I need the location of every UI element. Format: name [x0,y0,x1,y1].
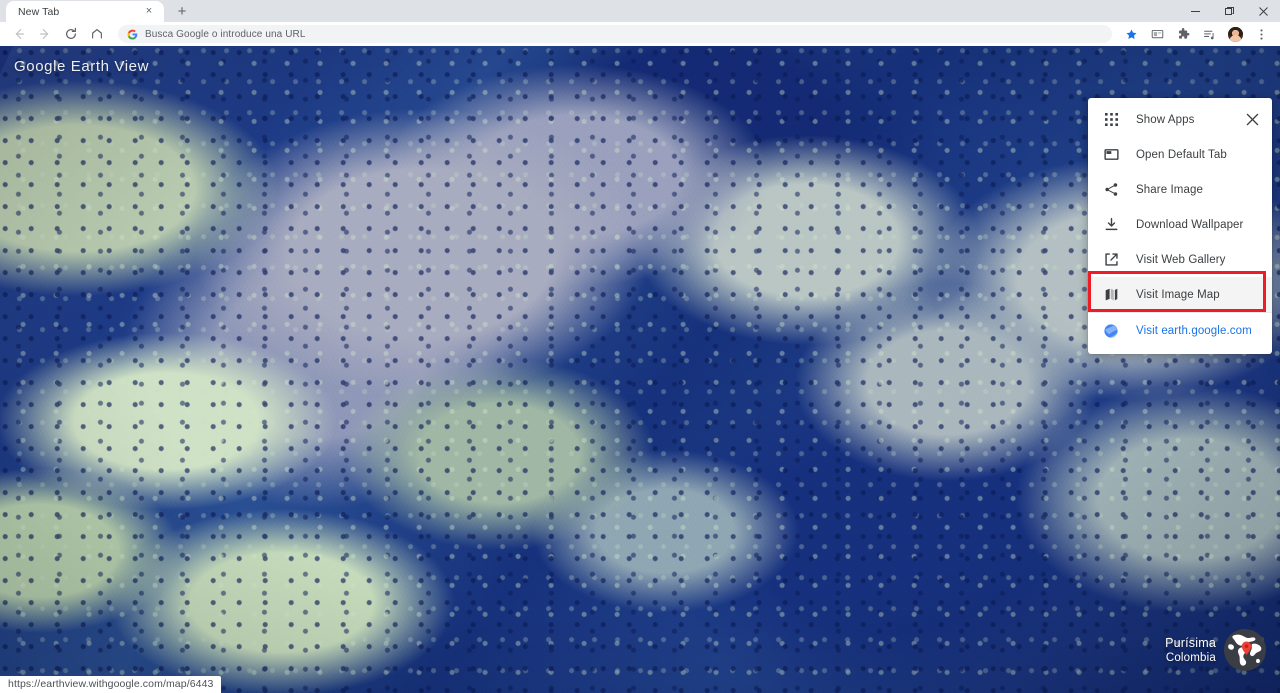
chrome-menu-icon[interactable] [1250,23,1272,45]
profile-avatar[interactable] [1224,23,1246,45]
menu-item-share-image[interactable]: Share Image [1088,172,1272,207]
menu-item-show-apps[interactable]: Show Apps [1088,102,1272,137]
close-icon[interactable] [1244,112,1260,128]
reload-icon[interactable] [60,23,82,45]
tab-new-tab[interactable]: New Tab × [6,1,164,22]
maximize-button[interactable] [1212,0,1246,22]
default-tab-icon [1102,146,1120,164]
menu-item-label: Visit earth.google.com [1136,324,1252,337]
tab-close-icon[interactable]: × [142,5,156,19]
bookmark-star-icon[interactable] [1120,23,1142,45]
location-label: Purísima Colombia [1165,629,1266,671]
reading-list-icon[interactable] [1198,23,1220,45]
minimize-button[interactable] [1178,0,1212,22]
menu-item-label: Open Default Tab [1136,148,1227,161]
window-controls [1178,0,1280,22]
menu-item-open-default-tab[interactable]: Open Default Tab [1088,137,1272,172]
tab-strip: New Tab × + [0,0,1280,22]
close-button[interactable] [1246,0,1280,22]
earth-view-watermark: Google Earth View [14,58,149,75]
external-link-icon [1102,251,1120,269]
earth-view-extension-menu: Show Apps Open Default Tab Share Image D… [1088,98,1272,354]
download-icon [1102,216,1120,234]
location-name: Purísima [1165,635,1216,650]
earth-sphere-icon [1102,322,1120,340]
menu-item-label: Visit Image Map [1136,288,1220,301]
menu-item-visit-web-gallery[interactable]: Visit Web Gallery [1088,242,1272,277]
apps-grid-icon [1102,111,1120,129]
location-text: Purísima Colombia [1165,636,1216,665]
browser-toolbar: Busca Google o introduce una URL [0,22,1280,46]
menu-bottom-padding [1088,348,1272,354]
menu-item-download-wallpaper[interactable]: Download Wallpaper [1088,207,1272,242]
extensions-puzzle-icon[interactable] [1172,23,1194,45]
avatar [1227,26,1243,42]
share-icon [1102,181,1120,199]
page-content: Google Earth View Purísima Colombia Show… [0,46,1280,693]
menu-item-label: Share Image [1136,183,1203,196]
tab-title: New Tab [18,5,60,18]
location-country: Colombia [1165,651,1216,664]
menu-item-label: Download Wallpaper [1136,218,1244,231]
home-icon[interactable] [86,23,108,45]
browser-window: New Tab × + Busca Google o introduce una… [0,0,1280,693]
status-bar-url: https://earthview.withgoogle.com/map/644… [0,676,222,693]
address-bar[interactable]: Busca Google o introduce una URL [118,25,1112,43]
forward-icon[interactable] [34,23,56,45]
menu-item-label: Visit Web Gallery [1136,253,1226,266]
menu-item-visit-earth-google-com[interactable]: Visit earth.google.com [1088,313,1272,348]
menu-item-label: Show Apps [1136,113,1195,126]
back-icon[interactable] [8,23,30,45]
globe-widget[interactable] [1224,629,1266,671]
globe-icon [1224,629,1266,671]
new-tab-button[interactable]: + [172,2,192,20]
map-icon [1102,286,1120,304]
menu-item-visit-image-map[interactable]: Visit Image Map [1088,277,1272,312]
address-bar-text: Busca Google o introduce una URL [145,28,306,40]
media-router-icon[interactable] [1146,23,1168,45]
google-g-icon [127,29,138,40]
